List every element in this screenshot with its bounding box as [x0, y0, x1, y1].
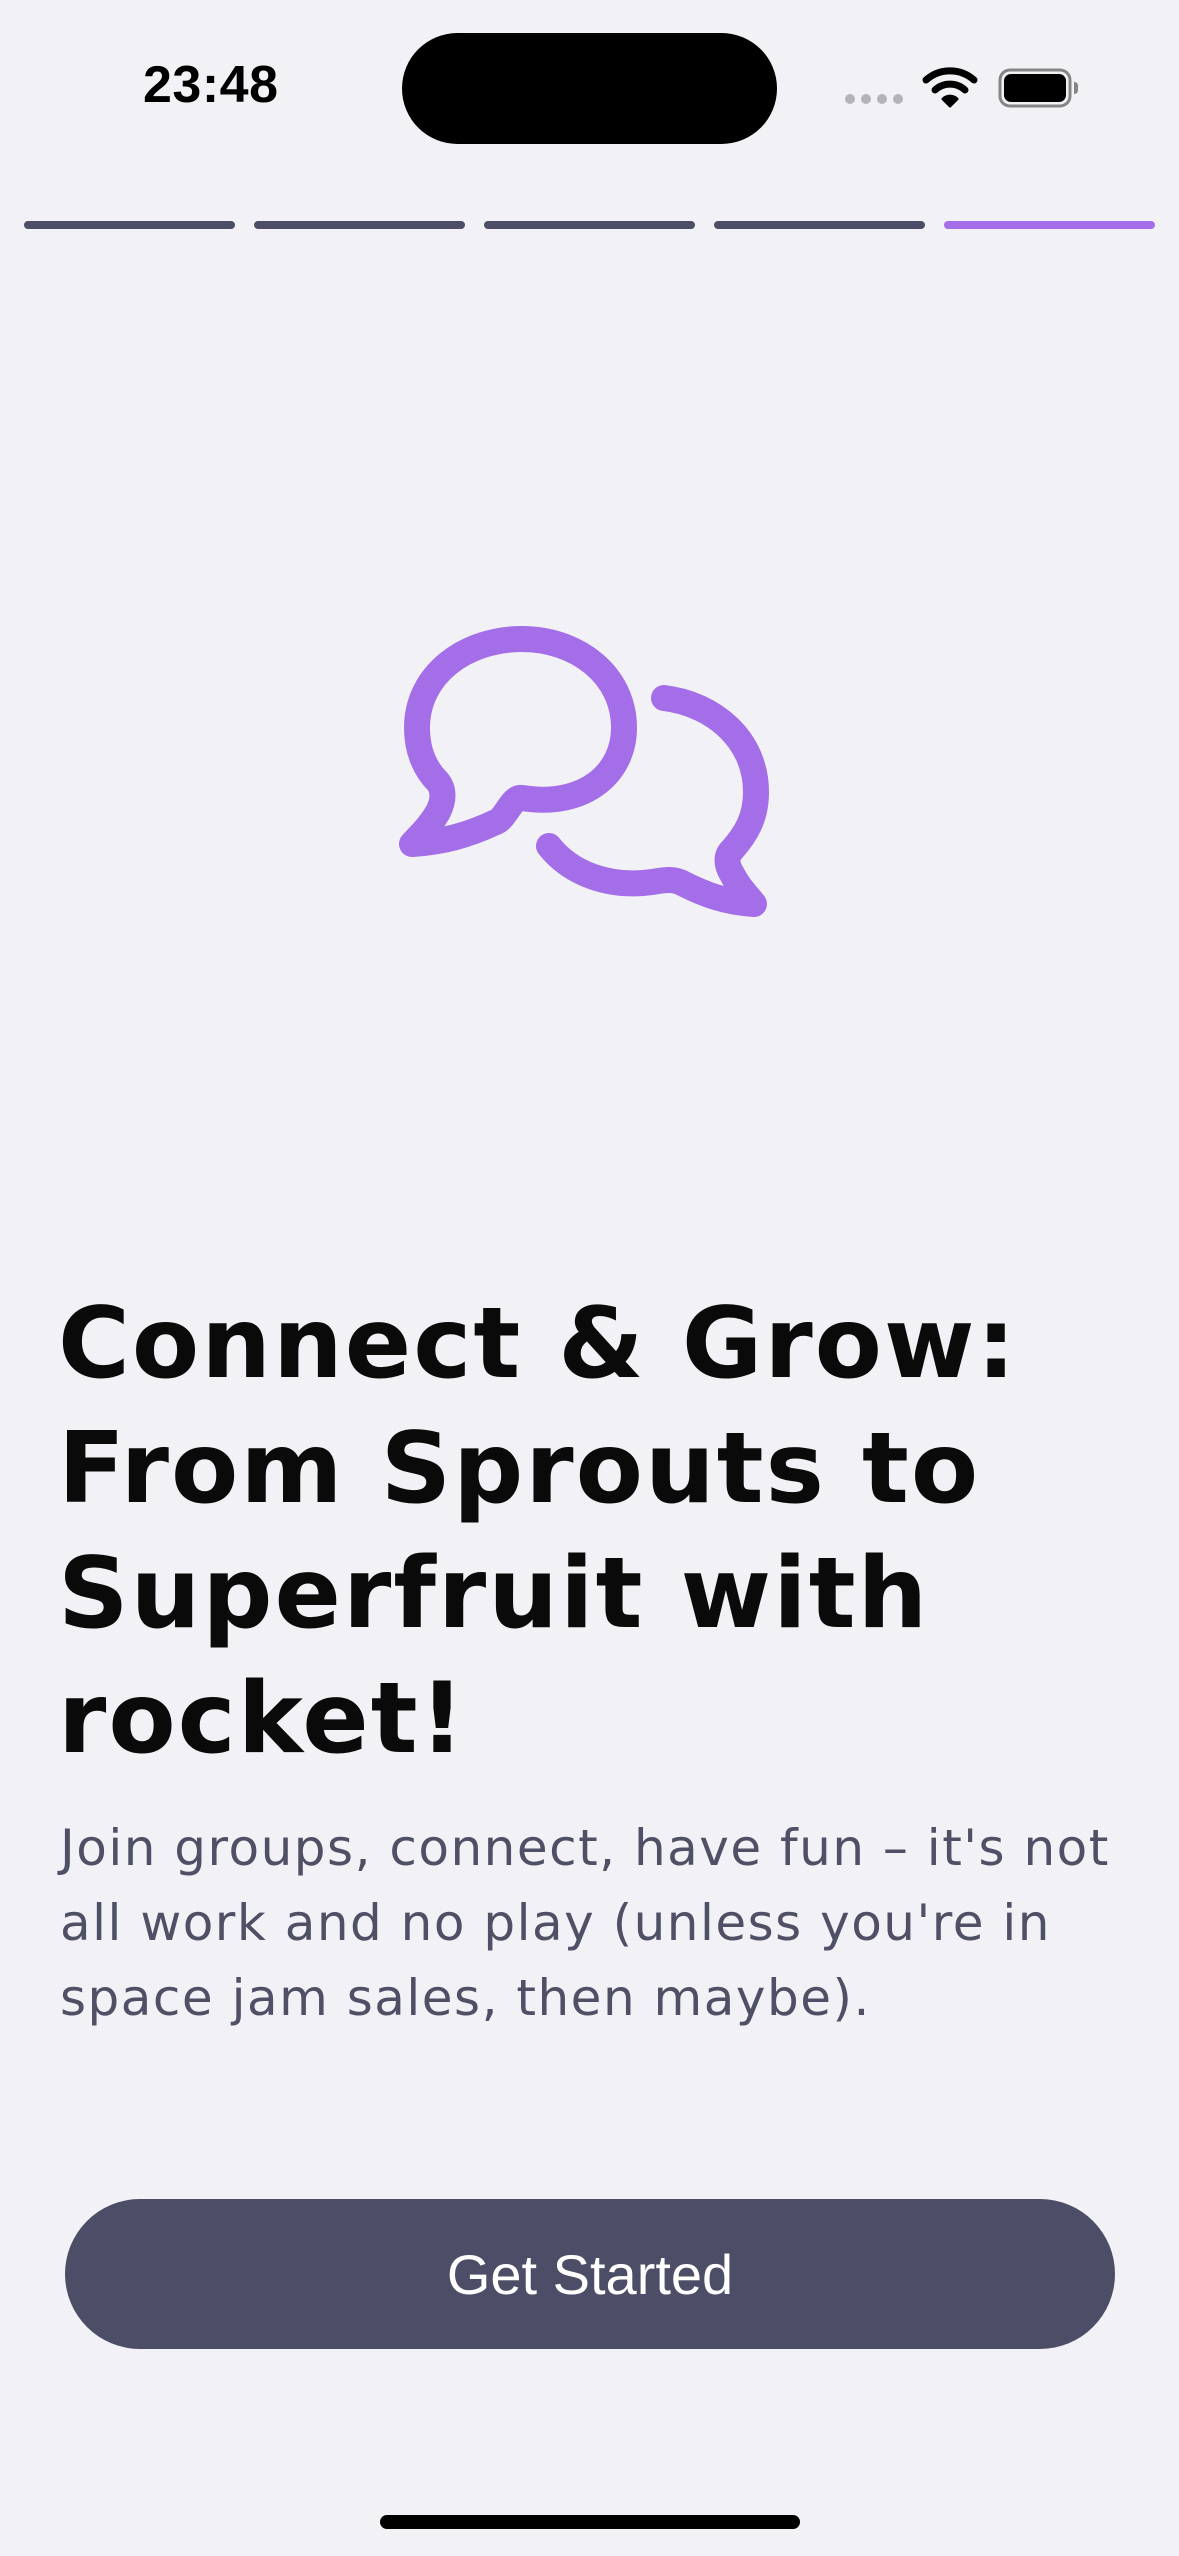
subtitle: Join groups, connect, have fun – it's no…	[60, 1819, 1110, 2027]
progress-step-2	[254, 221, 465, 229]
progress-step-1	[24, 221, 235, 229]
progress-step-5	[944, 221, 1155, 229]
wifi-icon	[922, 67, 978, 108]
status-time: 23:48	[143, 56, 279, 114]
headline: Connect & Grow: From Sprouts to Superfru…	[58, 1287, 1018, 1776]
chat-bubbles-icon	[399, 626, 769, 917]
progress-step-4	[714, 221, 925, 229]
get-started-button[interactable]: Get Started	[65, 2199, 1115, 2349]
home-indicator[interactable]	[380, 2515, 800, 2529]
cell-signal-icon	[845, 94, 903, 104]
battery-icon	[998, 68, 1078, 108]
dynamic-island	[402, 33, 777, 144]
onboarding-progress	[24, 221, 1155, 229]
progress-step-3	[484, 221, 695, 229]
